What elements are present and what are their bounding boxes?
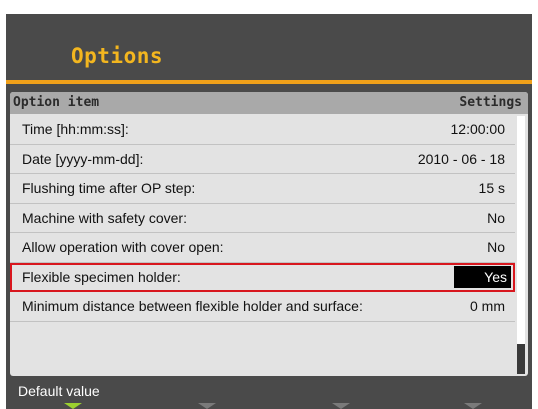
title-divider <box>6 80 532 84</box>
option-label: Flushing time after OP step: <box>22 180 196 196</box>
option-row-flexible-holder[interactable]: Flexible specimen holder: Yes <box>10 262 515 292</box>
option-value: 15 s <box>478 180 505 196</box>
option-row-date[interactable]: Date [yyyy-mm-dd]: 2010 - 06 - 18 <box>10 145 515 174</box>
column-header-settings: Settings <box>459 95 522 110</box>
title-bar: Options <box>6 14 532 78</box>
footer-hint: Default value <box>18 383 100 399</box>
option-row-cover-open[interactable]: Allow operation with cover open: No <box>10 233 515 263</box>
option-row-minimum-distance[interactable]: Minimum distance between flexible holder… <box>10 292 515 322</box>
column-header-option-item: Option item <box>13 95 100 110</box>
option-value: 12:00:00 <box>450 121 506 137</box>
options-panel: Option item Settings Time [hh:mm:ss]: 12… <box>10 92 528 376</box>
option-value: No <box>487 209 505 226</box>
scrollbar[interactable] <box>517 116 525 374</box>
softkey-4-indicator[interactable] <box>464 403 482 409</box>
page-title: Options <box>71 44 164 68</box>
option-value: 2010 - 06 - 18 <box>417 150 505 167</box>
option-label: Flexible specimen holder: <box>22 268 181 285</box>
option-label: Allow operation with cover open: <box>22 239 224 255</box>
scrollbar-thumb[interactable] <box>517 344 525 374</box>
option-row-flushing-time[interactable]: Flushing time after OP step: 15 s <box>10 174 515 204</box>
option-label: Minimum distance between flexible holder… <box>22 298 363 314</box>
option-value: No <box>487 239 505 255</box>
option-row-time[interactable]: Time [hh:mm:ss]: 12:00:00 <box>10 115 515 145</box>
options-list: Time [hh:mm:ss]: 12:00:00 Date [yyyy-mm-… <box>10 115 515 322</box>
option-value: 0 mm <box>470 298 505 314</box>
option-label: Time [hh:mm:ss]: <box>22 121 129 137</box>
softkey-3-indicator[interactable] <box>332 403 350 409</box>
softkey-1-indicator[interactable] <box>64 403 82 409</box>
option-row-safety-cover[interactable]: Machine with safety cover: No <box>10 204 515 233</box>
footer-bar: Default value <box>6 378 532 409</box>
device-screen: Options Option item Settings Time [hh:mm… <box>6 14 532 409</box>
option-label: Date [yyyy-mm-dd]: <box>22 150 144 167</box>
option-label: Machine with safety cover: <box>22 209 187 226</box>
option-value-selected[interactable]: Yes <box>454 265 511 288</box>
softkey-2-indicator[interactable] <box>198 403 216 409</box>
table-header: Option item Settings <box>10 92 528 114</box>
